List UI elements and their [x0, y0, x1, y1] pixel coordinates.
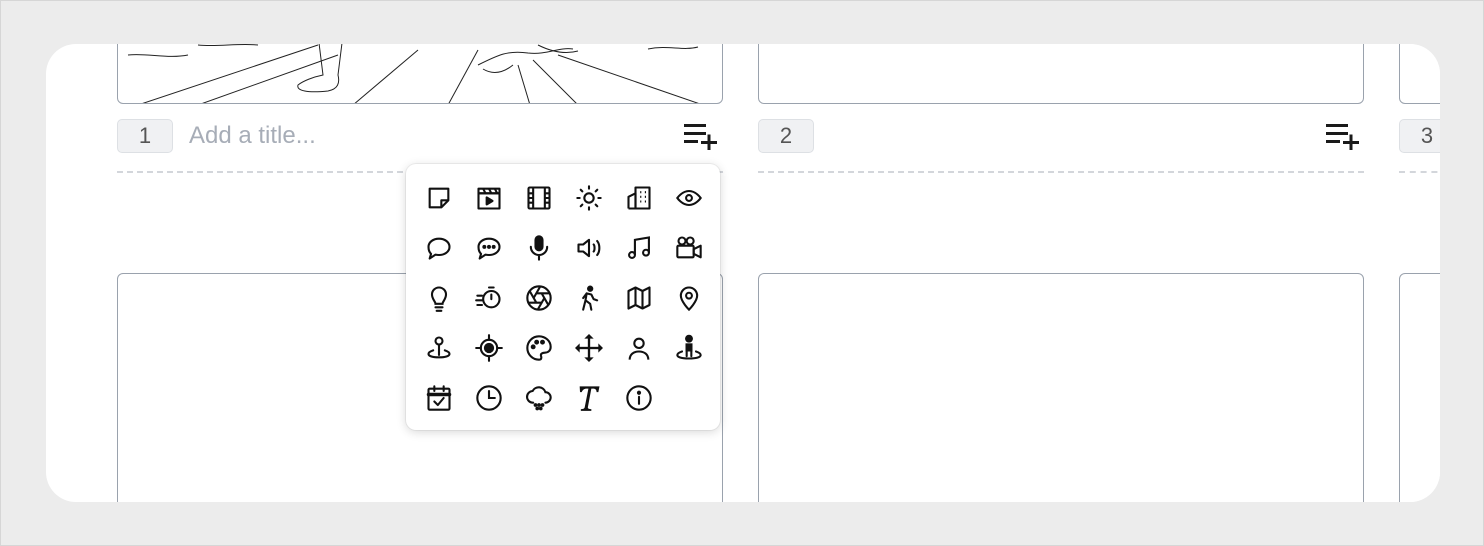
- text-icon[interactable]: [569, 378, 609, 418]
- person-icon[interactable]: [619, 328, 659, 368]
- add-list-button[interactable]: [684, 122, 720, 151]
- move-arrows-icon[interactable]: [569, 328, 609, 368]
- video-camera-icon[interactable]: [669, 228, 709, 268]
- panel-2-divider: [758, 171, 1364, 173]
- clock-icon[interactable]: [469, 378, 509, 418]
- music-note-icon[interactable]: [619, 228, 659, 268]
- panel-2-image-frame[interactable]: [758, 44, 1364, 104]
- target-icon[interactable]: [469, 328, 509, 368]
- cloud-rain-icon[interactable]: [519, 378, 559, 418]
- panel-5-image-frame[interactable]: [758, 273, 1364, 502]
- chat-dots-icon[interactable]: [469, 228, 509, 268]
- eye-icon[interactable]: [669, 178, 709, 218]
- walking-person-icon[interactable]: [569, 278, 609, 318]
- speech-bubble-icon[interactable]: [419, 228, 459, 268]
- map-pin-anchor-icon[interactable]: [419, 328, 459, 368]
- panel-title-input[interactable]: [189, 119, 649, 153]
- stopwatch-icon[interactable]: [469, 278, 509, 318]
- sticky-note-icon[interactable]: [419, 178, 459, 218]
- panel-number-badge: 2: [758, 119, 814, 153]
- sketch-illustration: [127, 44, 699, 103]
- playlist-add-icon: [1326, 124, 1359, 151]
- panel-number-badge: 3: [1399, 119, 1440, 153]
- add-list-button[interactable]: [1326, 122, 1362, 151]
- map-icon[interactable]: [619, 278, 659, 318]
- film-icon[interactable]: [519, 178, 559, 218]
- palette-icon[interactable]: [519, 328, 559, 368]
- panel-1-image-frame[interactable]: [117, 44, 723, 104]
- panel-6-image-frame[interactable]: [1399, 273, 1440, 502]
- calendar-check-icon[interactable]: [419, 378, 459, 418]
- clapperboard-icon[interactable]: [469, 178, 509, 218]
- panel-number-badge: 1: [117, 119, 173, 153]
- storyboard-canvas: 1 2 3: [46, 44, 1440, 502]
- person-standing-icon[interactable]: [669, 328, 709, 368]
- panel-3-divider: [1399, 171, 1440, 173]
- lightbulb-icon[interactable]: [419, 278, 459, 318]
- microphone-icon[interactable]: [519, 228, 559, 268]
- location-pin-icon[interactable]: [669, 278, 709, 318]
- aperture-icon[interactable]: [519, 278, 559, 318]
- playlist-add-icon: [684, 124, 717, 151]
- panel-3-image-frame[interactable]: [1399, 44, 1440, 104]
- sun-icon[interactable]: [569, 178, 609, 218]
- icon-picker-popup: [406, 164, 720, 430]
- building-icon[interactable]: [619, 178, 659, 218]
- info-icon[interactable]: [619, 378, 659, 418]
- speaker-icon[interactable]: [569, 228, 609, 268]
